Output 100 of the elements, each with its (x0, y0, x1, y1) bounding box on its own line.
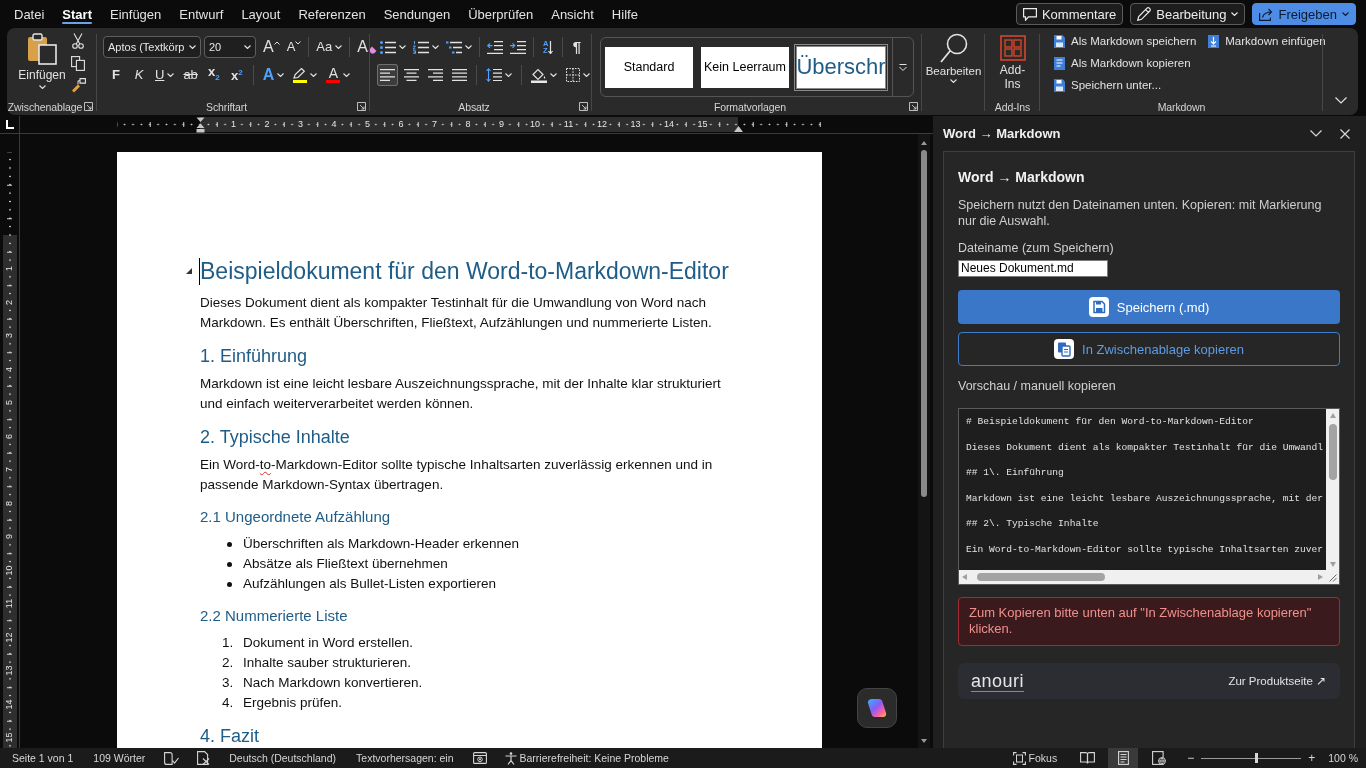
copy-icon (71, 55, 85, 71)
ribbon-tab[interactable]: Sendungen (374, 0, 460, 28)
print-layout-button[interactable] (1108, 748, 1139, 768)
share-icon (1259, 7, 1274, 21)
ribbon-tab[interactable]: Datei (5, 0, 54, 28)
ruler-number: 9 (5, 533, 14, 540)
bold-button[interactable]: F (106, 64, 126, 86)
justify-icon (452, 69, 467, 81)
bullet-list-icon (380, 40, 396, 54)
underline-button[interactable]: U (152, 64, 178, 86)
ruler-number: 14 (663, 120, 675, 129)
italic-button[interactable]: K (129, 64, 149, 86)
zoom-level-text[interactable]: 100 % (1320, 752, 1358, 764)
status-text[interactable]: Textvorhersagen: ein (346, 748, 464, 768)
change-case-button[interactable]: Aa (313, 36, 346, 58)
font-color-button[interactable]: A (323, 64, 354, 86)
align-center-icon (404, 69, 419, 81)
ruler-number: 13 (5, 664, 14, 677)
zoom-slider[interactable] (1201, 752, 1302, 764)
clear-formatting-button[interactable]: A (354, 36, 380, 58)
ribbon-tab[interactable]: Layout (232, 0, 290, 28)
zoom-out-button[interactable]: − (1182, 751, 1200, 765)
style-tile[interactable]: Überschr (794, 43, 888, 91)
dialog-launcher-icon[interactable] (909, 102, 918, 111)
list-number: 4. (222, 694, 235, 712)
subscript-button[interactable]: x$_{2}$ (203, 64, 224, 86)
status-text[interactable]: 109 Wörter (83, 748, 156, 768)
save-markdown-button[interactable]: Als Markdown speichern (1052, 30, 1199, 52)
font-name-dropdown[interactable]: Aptos (Textkörp (103, 36, 201, 58)
ribbon-tab[interactable]: Start (53, 0, 101, 28)
shrink-font-button[interactable]: A (283, 36, 305, 58)
brand-logo: anouri (971, 670, 1025, 692)
editing-mode-button[interactable]: Bearbeitung (1130, 3, 1246, 25)
collapse-ribbon-button[interactable] (1332, 94, 1349, 106)
indent-marker-icon[interactable] (195, 117, 205, 133)
save-icon (1088, 297, 1109, 317)
right-indent-marker-icon[interactable] (733, 126, 743, 132)
save-button[interactable]: Speichern (.md) (958, 290, 1340, 324)
paintbrush-icon (70, 77, 86, 93)
copy-markdown-button[interactable]: Als Markdown kopieren (1052, 52, 1199, 74)
tab-stop-icon[interactable] (5, 120, 14, 129)
vertical-scrollbar[interactable] (918, 134, 930, 748)
assistant-button[interactable] (857, 688, 897, 728)
ribbon-tab[interactable]: Entwurf (170, 0, 233, 28)
comments-button[interactable]: Kommentare (1015, 3, 1124, 25)
ribbon-tab[interactable]: Hilfe (602, 0, 647, 28)
zoom-in-button[interactable]: + (1303, 751, 1321, 765)
outdent-icon (487, 40, 503, 54)
dialog-launcher-icon[interactable] (579, 102, 588, 111)
strikethrough-button[interactable]: ab (180, 64, 201, 86)
ruler-number: 8 (5, 499, 14, 507)
show-marks-button[interactable]: ¶ (567, 36, 587, 58)
status-text[interactable]: Deutsch (Deutschland) (219, 748, 347, 768)
open-book-icon (1079, 752, 1095, 764)
ribbon-tab[interactable]: Referenzen (289, 0, 375, 28)
document-icon (1054, 56, 1065, 70)
dialog-launcher-icon[interactable] (84, 102, 93, 111)
vertical-scrollbar[interactable] (1326, 409, 1339, 570)
grow-font-button[interactable]: A (260, 36, 283, 58)
product-page-link[interactable]: Zur Produktseite ↗ (1228, 674, 1326, 688)
ribbon-tab[interactable]: Einfügen (101, 0, 171, 28)
ribbon-tab[interactable]: Ansicht (542, 0, 603, 28)
align-left-button[interactable] (377, 64, 398, 86)
save-as-button[interactable]: Speichern unter... (1052, 74, 1199, 96)
editing-button[interactable]: Bearbeiten (925, 31, 982, 98)
up-caret-icon (273, 41, 280, 45)
superscript-button[interactable]: x$^{2}$ (226, 64, 247, 86)
dialog-launcher-icon[interactable] (357, 102, 366, 111)
horizontal-scrollbar[interactable] (959, 570, 1326, 584)
section-heading: 4. Fazit (200, 725, 261, 748)
ribbon-tab[interactable]: Überprüfen (459, 0, 543, 28)
ruler-number: 4 (5, 365, 14, 373)
paste-button[interactable]: Einfügen (18, 31, 66, 98)
grid-icon (999, 35, 1026, 61)
eraser-icon (367, 46, 377, 54)
collapse-triangle-icon[interactable] (186, 268, 192, 274)
font-size-dropdown[interactable]: 20 (204, 36, 256, 58)
ruler-number: 15 (696, 120, 709, 129)
group-label: Formatvorlagen (713, 100, 787, 113)
copy-button[interactable] (68, 53, 88, 73)
ruler-number: 2 (5, 298, 14, 306)
list-item-text: Überschriften als Markdown-Header erkennen (243, 535, 520, 553)
ruler-number: 15 (5, 731, 14, 744)
copy-to-clipboard-button[interactable]: In Zwischenablage kopieren (958, 332, 1340, 366)
markdown-preview-field[interactable] (958, 408, 1340, 585)
caret-icon (244, 45, 251, 49)
add-ins-button[interactable]: Add-Ins (997, 33, 1028, 98)
caret-icon (950, 79, 957, 83)
zoom-slider-thumb[interactable] (1254, 753, 1258, 763)
group-label: Absatz (458, 100, 490, 113)
ruler-number: 1 (5, 265, 14, 272)
filename-field[interactable]: Neues Dokument.md (958, 260, 1108, 277)
group-label: Zwischenablage (7, 100, 83, 113)
insert-markdown-button[interactable]: Markdown einfügen (1206, 30, 1328, 52)
share-button[interactable]: Freigeben (1252, 3, 1356, 25)
accessibility-button[interactable]: Barrierefreiheit: Keine Probleme (495, 748, 678, 768)
status-text[interactable]: Seite 1 von 1 (2, 748, 84, 768)
ruler-number: 3 (297, 120, 304, 129)
focus-button[interactable]: Fokus (1003, 748, 1067, 768)
text-effects-button[interactable]: A (259, 64, 288, 86)
